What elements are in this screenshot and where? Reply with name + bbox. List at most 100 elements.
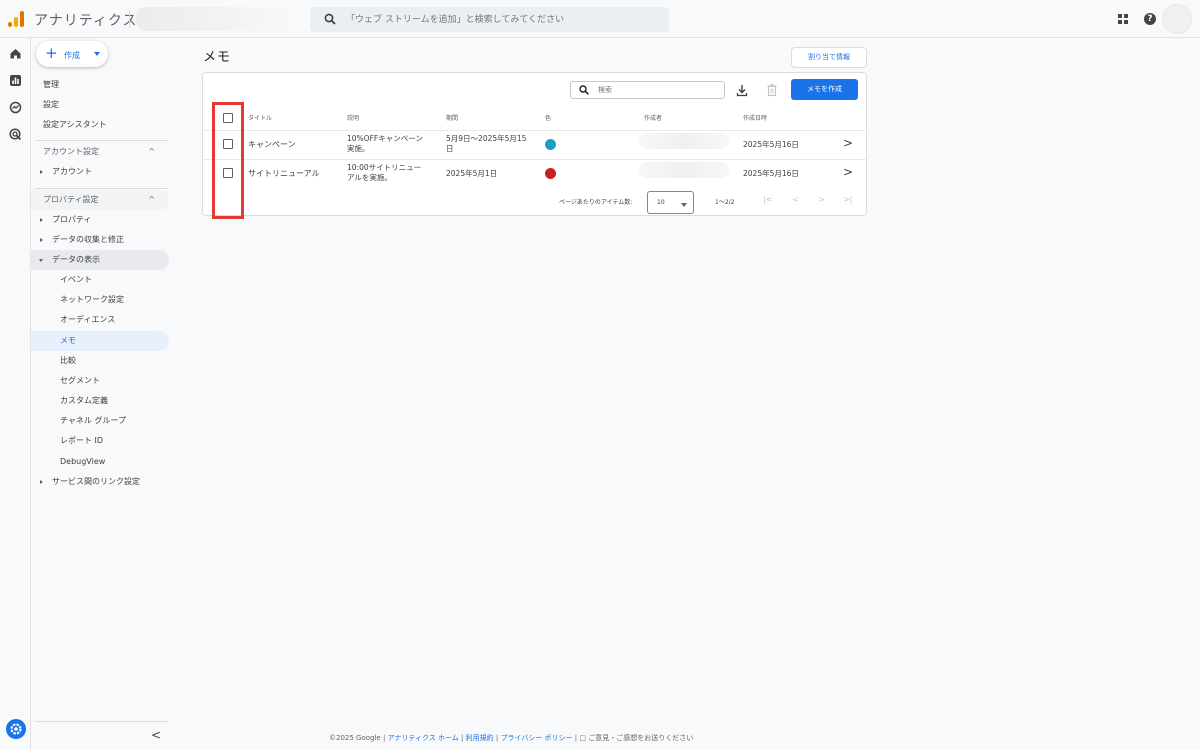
pager-range: 1～2/2 bbox=[715, 199, 735, 206]
help-icon[interactable]: ? bbox=[1144, 13, 1156, 25]
delete-icon[interactable] bbox=[766, 83, 778, 97]
expand-arrow-icon bbox=[40, 170, 43, 174]
nav-section-property-settings[interactable]: プロパティ設定 ^ bbox=[31, 190, 169, 210]
admin-settings-button[interactable] bbox=[6, 719, 26, 739]
nav-item-debugview[interactable]: DebugView bbox=[31, 452, 169, 472]
chevron-down-icon bbox=[94, 52, 100, 56]
explore-icon[interactable] bbox=[9, 101, 22, 114]
nav-item-events[interactable]: イベント bbox=[31, 270, 169, 290]
expand-arrow-icon bbox=[40, 238, 43, 242]
row-divider bbox=[203, 130, 866, 131]
nav-item-label: レポート ID bbox=[60, 436, 104, 445]
expand-arrow-icon bbox=[40, 218, 43, 222]
gear-icon bbox=[10, 723, 22, 735]
next-page-button[interactable]: > bbox=[818, 195, 825, 204]
chevron-down-icon bbox=[681, 203, 687, 207]
chevron-right-icon[interactable]: > bbox=[843, 165, 853, 179]
nav-item-channel-groups[interactable]: チャネル グループ bbox=[31, 411, 169, 431]
nav-item-admin[interactable]: 管理 bbox=[31, 75, 169, 95]
create-button[interactable]: + 作成 bbox=[36, 41, 108, 67]
nav-item-custom-definitions[interactable]: カスタム定義 bbox=[31, 391, 169, 411]
collapse-arrow-icon bbox=[39, 259, 43, 262]
title-divider bbox=[129, 10, 130, 28]
nav-item-reporting-id[interactable]: レポート ID bbox=[31, 431, 169, 451]
nav-item-comparisons[interactable]: 比較 bbox=[31, 351, 169, 371]
memo-color-dot bbox=[545, 168, 556, 179]
global-search[interactable] bbox=[310, 7, 669, 32]
nav-item-data-collection[interactable]: データの収集と修正 bbox=[31, 230, 169, 250]
items-per-page-value: 10 bbox=[657, 199, 665, 206]
nav-item-label: 比較 bbox=[60, 356, 76, 365]
footer-link-terms[interactable]: 利用規約 bbox=[466, 734, 494, 742]
footer: ©2025 Google | アナリティクス ホーム | 利用規約 | プライバ… bbox=[329, 733, 693, 743]
table-search[interactable] bbox=[570, 81, 725, 99]
create-button-label: 作成 bbox=[64, 51, 80, 60]
column-header-creator[interactable]: 作成者 bbox=[644, 113, 662, 122]
chevron-up-icon: ^ bbox=[148, 147, 155, 156]
footer-link-privacy[interactable]: プライバシー ポリシー bbox=[500, 734, 572, 742]
column-header-description[interactable]: 説明 bbox=[347, 113, 359, 122]
app-title[interactable]: アナリティクス bbox=[34, 10, 137, 30]
nav-item-network-settings[interactable]: ネットワーク設定 bbox=[31, 290, 169, 310]
memo-table-card: メモを作成 タイトル 説明 期間 色 作成者 作成日時 キャンペーン 10%OF… bbox=[202, 72, 867, 216]
prev-page-button[interactable]: < bbox=[792, 195, 799, 204]
footer-feedback[interactable]: ご意見・ご感想をお送りください bbox=[588, 734, 693, 742]
create-memo-button[interactable]: メモを作成 bbox=[791, 79, 858, 100]
memo-description-line1: 10%OFFキャンペーン bbox=[347, 134, 423, 143]
items-per-page-label: ページあたりのアイテム数: bbox=[559, 199, 633, 206]
advertising-icon[interactable] bbox=[9, 128, 22, 141]
nav-item-label: ネットワーク設定 bbox=[60, 295, 124, 304]
memo-description-line1: 10:00サイトリニュー bbox=[347, 163, 422, 172]
chevron-right-icon[interactable]: > bbox=[843, 136, 853, 150]
analytics-logo-icon[interactable] bbox=[8, 11, 24, 27]
section-label: アカウント設定 bbox=[43, 147, 99, 156]
page-title: メモ bbox=[203, 50, 232, 65]
nav-item-segments[interactable]: セグメント bbox=[31, 371, 169, 391]
plus-icon: + bbox=[45, 44, 58, 62]
nav-item-setup-assistant[interactable]: 設定アシスタント bbox=[31, 115, 169, 135]
home-icon[interactable] bbox=[9, 47, 22, 60]
nav-item-settings[interactable]: 設定 bbox=[31, 95, 169, 115]
feedback-icon[interactable]: □ bbox=[579, 734, 586, 742]
footer-link-home[interactable]: アナリティクス ホーム bbox=[388, 734, 459, 742]
assignment-info-button[interactable]: 割り当て情報 bbox=[791, 47, 867, 68]
row-checkbox[interactable] bbox=[223, 139, 233, 149]
column-header-title[interactable]: タイトル bbox=[248, 113, 272, 122]
search-icon bbox=[579, 85, 589, 95]
nav-item-label: 設定 bbox=[43, 100, 59, 109]
select-all-checkbox[interactable] bbox=[223, 113, 233, 123]
nav-item-property[interactable]: プロパティ bbox=[31, 210, 169, 230]
account-picker[interactable] bbox=[136, 7, 298, 31]
nav-item-label: データの表示 bbox=[52, 255, 100, 264]
memo-description-line2: 実施。 bbox=[347, 144, 370, 153]
footer-separator: | bbox=[574, 734, 578, 742]
last-page-button[interactable]: >| bbox=[843, 195, 852, 204]
nav-item-audiences[interactable]: オーディエンス bbox=[31, 310, 169, 330]
table-search-input[interactable] bbox=[598, 84, 718, 96]
nav-item-data-display[interactable]: データの表示 bbox=[31, 250, 169, 270]
memo-title: サイトリニューアル bbox=[248, 169, 320, 178]
first-page-button[interactable]: |< bbox=[763, 195, 772, 204]
column-header-period[interactable]: 期間 bbox=[446, 113, 458, 122]
chevron-up-icon: ^ bbox=[148, 195, 155, 204]
nav-item-account[interactable]: アカウント bbox=[31, 162, 169, 182]
nav-section-account-settings[interactable]: アカウント設定 ^ bbox=[31, 142, 169, 162]
nav-item-memo[interactable]: メモ bbox=[31, 331, 169, 351]
column-header-created[interactable]: 作成日時 bbox=[743, 113, 767, 122]
nav-divider bbox=[35, 188, 169, 189]
avatar[interactable] bbox=[1162, 4, 1192, 34]
items-per-page-select[interactable]: 10 bbox=[647, 191, 694, 214]
apps-grid-icon[interactable] bbox=[1118, 14, 1128, 24]
nav-item-label: 管理 bbox=[43, 80, 59, 89]
top-bar: アナリティクス ? bbox=[0, 0, 1200, 38]
column-header-color[interactable]: 色 bbox=[545, 113, 551, 122]
nav-item-service-links[interactable]: サービス間のリンク設定 bbox=[31, 472, 169, 492]
download-icon[interactable] bbox=[736, 83, 748, 97]
reports-icon[interactable] bbox=[9, 74, 22, 87]
row-checkbox[interactable] bbox=[223, 168, 233, 178]
memo-color-dot bbox=[545, 139, 556, 150]
footer-separator: | bbox=[495, 734, 499, 742]
collapse-nav-button[interactable]: < bbox=[151, 728, 161, 742]
memo-period: 2025年5月1日 bbox=[446, 169, 498, 178]
global-search-input[interactable] bbox=[346, 10, 656, 29]
